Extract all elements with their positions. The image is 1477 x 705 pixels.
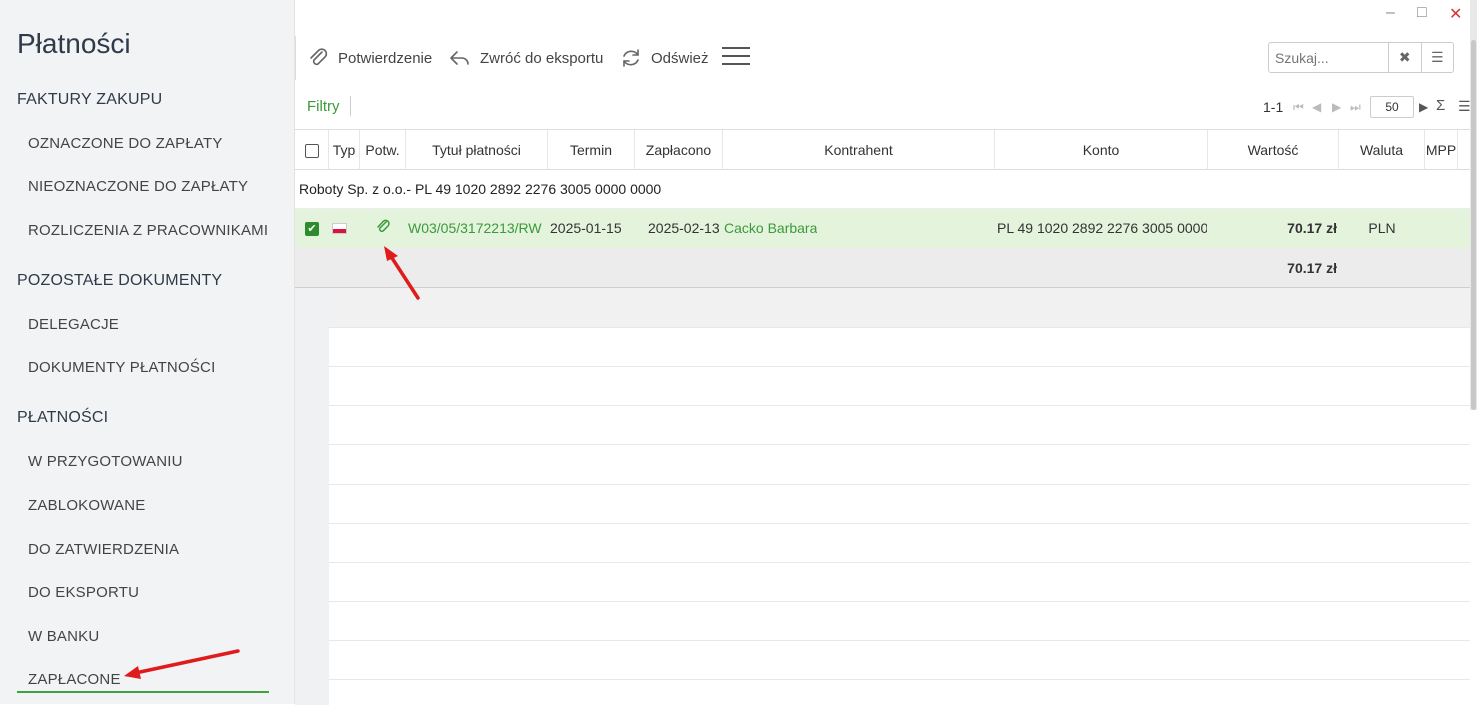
col-kontrahent[interactable]: Kontrahent xyxy=(723,130,995,170)
row-divider xyxy=(329,640,1470,641)
prev-page-icon[interactable]: ◀ xyxy=(1312,100,1321,114)
page-size-input[interactable]: 50 xyxy=(1370,96,1414,118)
confirm-label: Potwierdzenie xyxy=(338,49,433,67)
vertical-scrollbar-thumb[interactable] xyxy=(1471,40,1476,410)
toolbar-divider xyxy=(295,36,296,80)
reply-icon xyxy=(450,51,469,65)
row-divider xyxy=(329,327,1470,328)
refresh-icon xyxy=(623,49,639,67)
search-input[interactable] xyxy=(1269,43,1388,72)
nav-zablokowane[interactable]: ZABLOKOWANE xyxy=(28,497,146,514)
row-checkbox[interactable]: ✔ xyxy=(305,222,319,236)
cell-zaplacono: 2025-02-13 xyxy=(648,220,720,236)
select-all-checkbox[interactable] xyxy=(304,144,319,159)
nav-w-przygotowaniu[interactable]: W PRZYGOTOWANIU xyxy=(28,453,183,470)
sum-wartosc: 70.17 zł xyxy=(1287,260,1337,276)
refresh-button[interactable]: Odśwież xyxy=(619,44,709,72)
nav-rozliczenia-z-pracownikami[interactable]: ROZLICZENIA Z PRACOWNIKAMI xyxy=(28,222,268,239)
maximize-button[interactable]: □ xyxy=(1417,4,1427,22)
row-divider xyxy=(329,444,1470,445)
return-to-export-button[interactable]: Zwróć do eksportu xyxy=(448,44,603,72)
more-menu-icon[interactable] xyxy=(722,47,750,67)
refresh-label: Odśwież xyxy=(651,49,709,67)
nav-nieoznaczone-do-zaplaty[interactable]: NIEOZNACZONE DO ZAPŁATY xyxy=(28,178,248,195)
row-divider xyxy=(329,679,1470,680)
cell-kontrahent[interactable]: Cacko Barbara xyxy=(724,209,817,248)
paperclip-icon xyxy=(310,48,328,66)
nav-oznaczone-do-zaplaty[interactable]: OZNACZONE DO ZAPŁATY xyxy=(28,135,223,152)
app-title: Płatności xyxy=(17,28,131,59)
close-button[interactable]: ✕ xyxy=(1449,4,1462,24)
return-to-export-label: Zwróć do eksportu xyxy=(480,49,604,67)
cell-tytul[interactable]: W03/05/3172213/RW xyxy=(408,209,547,248)
nav-do-zatwierdzenia[interactable]: DO ZATWIERDZENIA xyxy=(28,541,179,558)
confirmation-paperclip-icon[interactable] xyxy=(375,209,391,248)
section-pozostale-dokumenty[interactable]: POZOSTAŁE DOKUMENTY xyxy=(17,272,222,290)
col-konto[interactable]: Konto xyxy=(995,130,1208,170)
empty-row xyxy=(329,288,1470,328)
payments-grid: Typ Potw. Tytuł płatności Termin Zapłaco… xyxy=(295,129,1470,705)
cell-wartosc: 70.17 zł xyxy=(1287,220,1337,236)
cell-termin: 2025-01-15 xyxy=(550,220,622,236)
nav-dokumenty-platnosci[interactable]: DOKUMENTY PŁATNOŚCI xyxy=(28,359,215,376)
row-divider xyxy=(329,366,1470,367)
sidebar: Płatności FAKTURY ZAKUPU OZNACZONE DO ZA… xyxy=(0,0,295,704)
col-mpp[interactable]: MPP xyxy=(1425,130,1458,170)
active-nav-indicator xyxy=(17,691,269,693)
section-faktury-zakupu[interactable]: FAKTURY ZAKUPU xyxy=(17,91,162,109)
sum-icon[interactable]: Σ xyxy=(1436,97,1445,114)
col-waluta[interactable]: Waluta xyxy=(1339,130,1425,170)
search-menu-icon[interactable]: ☰ xyxy=(1420,43,1454,72)
col-typ[interactable]: Typ xyxy=(329,130,360,170)
pager-range: 1-1 xyxy=(1263,99,1284,115)
row-divider xyxy=(329,562,1470,563)
col-wartosc[interactable]: Wartość xyxy=(1208,130,1339,170)
summary-row: 70.17 zł xyxy=(295,248,1470,288)
grid-header: Typ Potw. Tytuł płatności Termin Zapłaco… xyxy=(295,130,1470,170)
filters-button[interactable]: Filtry xyxy=(307,98,340,115)
col-zaplacono[interactable]: Zapłacono xyxy=(635,130,723,170)
filters-divider xyxy=(350,96,351,116)
section-platnosci[interactable]: PŁATNOŚCI xyxy=(17,409,108,427)
select-all-checkbox-cell[interactable] xyxy=(295,130,329,170)
first-page-icon[interactable]: ⏮ xyxy=(1293,100,1304,115)
page-size-arrow-icon[interactable]: ▶ xyxy=(1419,100,1428,114)
group-row[interactable]: Roboty Sp. z o.o.- PL 49 1020 2892 2276 … xyxy=(295,170,1470,209)
last-page-icon[interactable]: ⏭ xyxy=(1350,100,1361,115)
cell-waluta: PLN xyxy=(1368,220,1396,236)
nav-w-banku[interactable]: W BANKU xyxy=(28,628,99,645)
next-page-icon[interactable]: ▶ xyxy=(1332,100,1341,114)
columns-menu-icon[interactable]: ☰ xyxy=(1458,98,1471,115)
minimize-button[interactable]: – xyxy=(1386,4,1395,22)
col-potw[interactable]: Potw. xyxy=(360,130,406,170)
search-box: ✖ ☰ xyxy=(1268,42,1454,73)
col-termin[interactable]: Termin xyxy=(548,130,635,170)
nav-zaplacone[interactable]: ZAPŁACONE xyxy=(28,671,121,688)
row-divider xyxy=(329,523,1470,524)
nav-delegacje[interactable]: DELEGACJE xyxy=(28,316,119,333)
poland-flag-icon xyxy=(332,223,347,234)
col-tytul[interactable]: Tytuł płatności xyxy=(406,130,548,170)
confirm-button[interactable]: Potwierdzenie xyxy=(306,44,432,72)
cell-konto: PL 49 1020 2892 2276 3005 0000 0000 xyxy=(997,220,1207,236)
row-divider xyxy=(329,601,1470,602)
row-divider xyxy=(329,484,1470,485)
row-divider xyxy=(329,405,1470,406)
nav-do-eksportu[interactable]: DO EKSPORTU xyxy=(28,584,139,601)
clear-search-icon[interactable]: ✖ xyxy=(1388,43,1421,72)
table-row[interactable]: ✔ W03/05/3172213/RW 2025-01-15 2025-02-1… xyxy=(295,209,1470,248)
